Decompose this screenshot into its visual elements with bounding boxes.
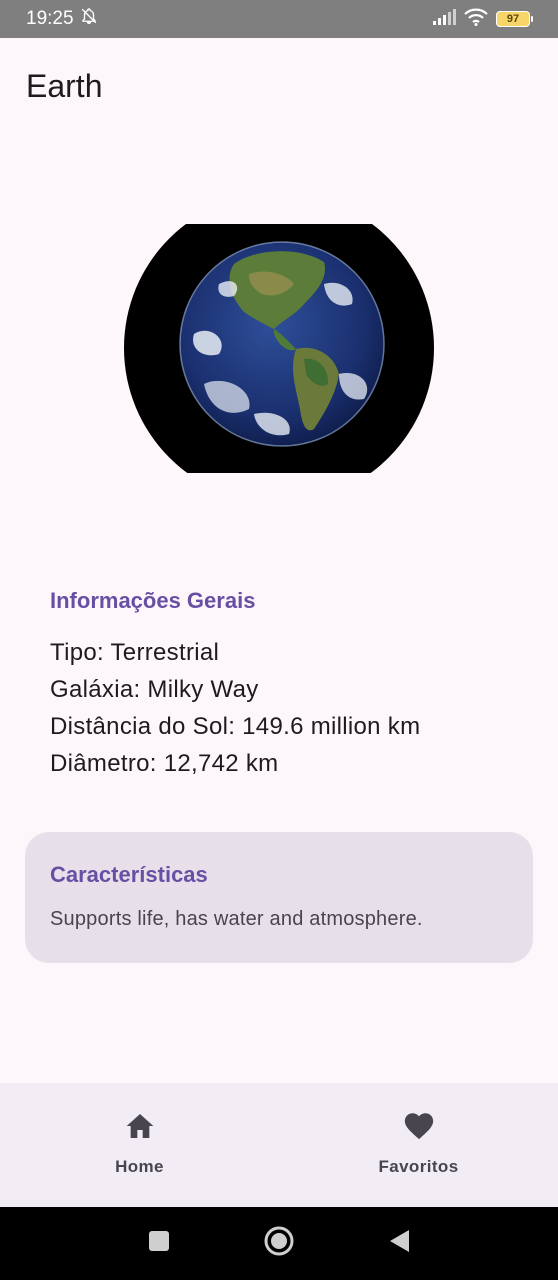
battery-level: 97 <box>506 13 520 25</box>
heart-icon <box>402 1109 436 1143</box>
bottom-navigation: Home Favoritos <box>0 1083 558 1207</box>
home-circle-icon[interactable] <box>263 1225 295 1262</box>
status-bar: 19:25 97 <box>0 0 558 38</box>
info-distance: Distância do Sol: 149.6 million km <box>50 713 421 740</box>
back-icon[interactable] <box>387 1228 411 1259</box>
characteristics-text: Supports life, has water and atmosphere. <box>50 908 423 930</box>
characteristics-title: Características <box>50 862 208 887</box>
status-left: 19:25 <box>26 7 98 31</box>
page-title: Earth <box>26 68 103 104</box>
general-info-list: Tipo: Terrestrial Galáxia: Milky Way Dis… <box>50 634 520 782</box>
nav-label-home: Home <box>115 1157 164 1176</box>
recents-icon[interactable] <box>147 1229 171 1258</box>
info-diameter: Diâmetro: 12,742 km <box>50 750 279 777</box>
home-icon <box>123 1109 157 1143</box>
battery-icon: 97 <box>496 11 533 27</box>
nav-item-favorites[interactable]: Favoritos <box>279 1083 558 1207</box>
general-info-title: Informações Gerais <box>50 588 256 613</box>
signal-icon <box>432 8 456 30</box>
bell-off-icon <box>80 7 98 31</box>
status-time: 19:25 <box>26 8 74 29</box>
general-info-section: Informações Gerais Tipo: Terrestrial Gal… <box>50 588 520 782</box>
info-type: Tipo: Terrestrial <box>50 639 220 666</box>
wifi-icon <box>464 8 488 31</box>
status-right: 97 <box>432 8 533 31</box>
nav-item-home[interactable]: Home <box>0 1083 279 1207</box>
nav-label-favorites: Favoritos <box>378 1157 459 1176</box>
characteristics-card: Características Supports life, has water… <box>25 832 533 963</box>
system-navigation-bar <box>0 1207 558 1280</box>
earth-globe-image <box>124 224 434 473</box>
info-galaxy: Galáxia: Milky Way <box>50 676 259 703</box>
